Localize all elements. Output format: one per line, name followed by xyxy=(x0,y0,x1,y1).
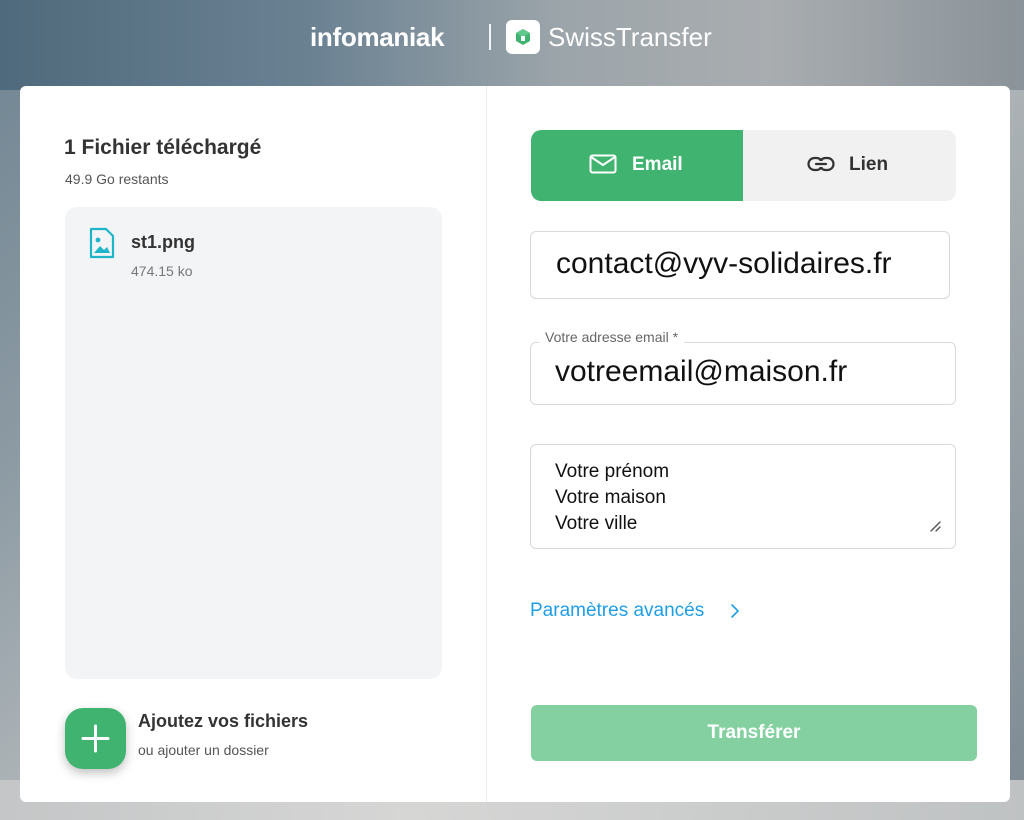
storage-remaining: 49.9 Go restants xyxy=(65,171,169,187)
tab-link[interactable]: Lien xyxy=(743,130,956,201)
tab-link-label: Lien xyxy=(849,154,889,175)
file-list: st1.png 474.15 ko xyxy=(65,207,442,679)
sender-email-field[interactable]: votreemail@maison.fr xyxy=(530,342,956,405)
advanced-settings-link[interactable]: Paramètres avancés xyxy=(530,600,739,622)
add-folder-link[interactable]: ou ajouter un dossier xyxy=(138,742,269,758)
tab-email[interactable]: Email xyxy=(531,130,743,201)
swisstransfer-logo-icon xyxy=(506,20,540,54)
advanced-settings-label: Paramètres avancés xyxy=(530,600,705,621)
plus-icon xyxy=(81,724,110,753)
message-textarea[interactable]: Votre prénom Votre maison Votre ville xyxy=(530,444,956,549)
send-mode-tabs: Email Lien xyxy=(531,130,956,201)
file-size: 474.15 ko xyxy=(131,263,193,279)
files-title: 1 Fichier téléchargé xyxy=(64,136,262,159)
message-line: Votre ville xyxy=(555,513,638,534)
transfer-button[interactable]: Transférer xyxy=(531,705,977,761)
resize-handle-icon[interactable] xyxy=(929,519,941,537)
recipient-email-value: contact@vyv-solidaires.fr xyxy=(556,247,892,280)
header-separator xyxy=(489,24,491,50)
sender-email-label: Votre adresse email * xyxy=(539,329,685,345)
chevron-right-icon xyxy=(731,604,739,618)
card-divider xyxy=(486,86,487,802)
recipient-email-field[interactable]: contact@vyv-solidaires.fr xyxy=(530,231,950,299)
mail-icon xyxy=(589,154,617,179)
link-icon xyxy=(807,156,835,177)
transfer-card: 1 Fichier téléchargé 49.9 Go restants st… xyxy=(20,86,1010,802)
tab-email-label: Email xyxy=(632,154,683,175)
swisstransfer-title: SwissTransfer xyxy=(548,22,712,52)
infomaniak-logo: infomaniak xyxy=(310,22,445,52)
sender-email-value: votreemail@maison.fr xyxy=(555,355,848,388)
image-file-icon xyxy=(89,227,115,264)
add-files-button[interactable] xyxy=(65,708,126,769)
add-files-label[interactable]: Ajoutez vos fichiers xyxy=(138,711,308,732)
file-name: st1.png xyxy=(131,232,196,252)
header: infomaniak SwissTransfer xyxy=(0,18,1024,58)
message-line: Votre prénom xyxy=(555,461,670,482)
message-line: Votre maison xyxy=(555,487,666,508)
